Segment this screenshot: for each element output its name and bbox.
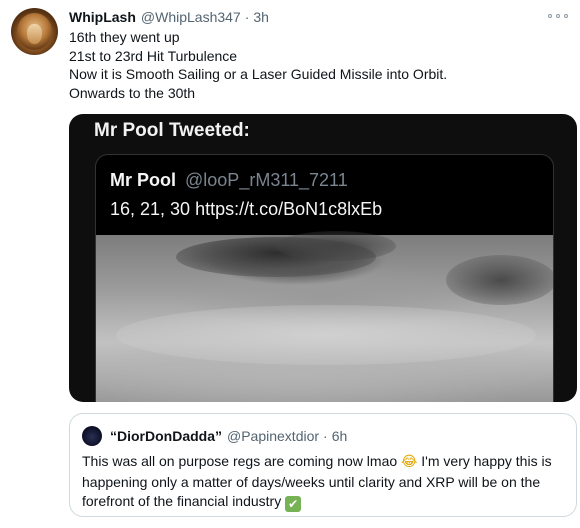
tweet-timestamp[interactable]: 3h	[253, 9, 269, 25]
more-dot	[564, 14, 568, 18]
more-dot	[556, 14, 560, 18]
quoted-tweet[interactable]: “DiorDonDadda” @Papinextdior · 6h This w…	[69, 413, 577, 517]
quoted-tweet-text: This was all on purpose regs are coming …	[82, 452, 572, 512]
tweet-text-line: Onwards to the 30th	[69, 84, 196, 101]
tweet-text-line: Now it is Smooth Sailing or a Laser Guid…	[69, 66, 448, 82]
quoted-avatar[interactable]	[82, 426, 102, 446]
embedded-handle: @looP_rM311_7211	[185, 170, 348, 190]
embedded-tweet-header: Mr Pool @looP_rM311_7211	[110, 170, 348, 191]
more-dot	[548, 14, 552, 18]
header-separator: ·	[244, 9, 250, 25]
quoted-display-name[interactable]: “DiorDonDadda”	[110, 428, 222, 444]
avatar-lion-face	[27, 24, 42, 44]
tweet-text: 16th they went up 21st to 23rd Hit Turbu…	[69, 28, 569, 102]
embedded-display-name: Mr Pool	[110, 170, 176, 190]
embedded-tweet-text: 16, 21, 30 https://t.co/BoN1c8lxEb	[110, 199, 383, 219]
author-handle[interactable]: @WhipLash347	[141, 9, 241, 25]
quoted-timestamp[interactable]: 6h	[332, 428, 348, 444]
tweet[interactable]: WhipLash @WhipLash347 · 3h 16th they wen…	[0, 0, 580, 528]
tweet-header: WhipLash @WhipLash347 · 3h	[69, 7, 269, 27]
mushroom-cloud-photo	[96, 231, 553, 402]
quoted-text-part: This was all on purpose regs are coming …	[82, 453, 402, 469]
cloud-puff	[116, 305, 536, 365]
quoted-handle[interactable]: @Papinextdior	[227, 428, 319, 444]
more-horizontal-icon[interactable]	[548, 10, 568, 22]
laughing-emoji-icon: 😂	[401, 454, 418, 470]
author-display-name[interactable]: WhipLash	[69, 9, 136, 25]
quoted-separator: ·	[323, 428, 328, 444]
cloud-puff	[446, 255, 553, 305]
avatar[interactable]	[11, 8, 58, 55]
cloud-puff	[276, 231, 396, 261]
check-mark-emoji-icon: ✔	[285, 496, 302, 512]
tweet-text-line: 16th they went up	[69, 29, 180, 45]
tweet-text-line: 21st to 23rd Hit Turbulence	[69, 47, 238, 64]
embedded-tweet-card: Mr Pool @looP_rM311_7211 16, 21, 30 http…	[95, 154, 554, 402]
quoted-tweet-header: “DiorDonDadda” @Papinextdior · 6h	[110, 426, 347, 446]
tweet-media-image[interactable]: Mr Pool Tweeted: Mr Pool @looP_rM311_721…	[69, 114, 577, 402]
media-title: Mr Pool Tweeted:	[94, 120, 250, 141]
